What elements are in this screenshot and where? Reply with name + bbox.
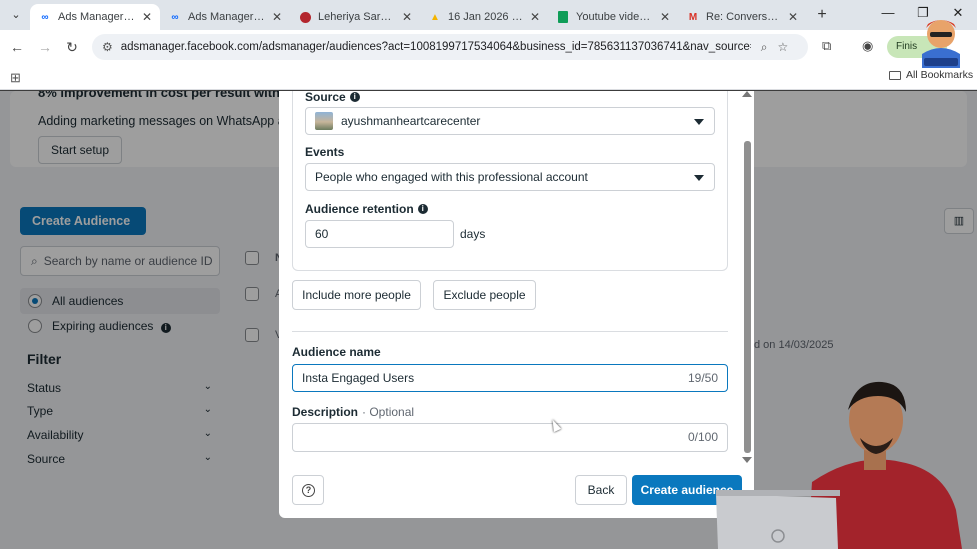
apps-grid-icon[interactable]: ⊞ <box>10 70 21 86</box>
zoom-icon[interactable]: ⌕ <box>761 40 768 55</box>
profile-extension-icon[interactable]: ◉ <box>862 38 873 54</box>
close-icon[interactable]: ✕ <box>142 10 152 24</box>
close-icon[interactable]: ✕ <box>402 10 412 24</box>
include-more-people-button[interactable]: Include more people <box>292 280 421 310</box>
events-select[interactable]: People who engaged with this professiona… <box>305 163 715 191</box>
audience-name-input[interactable]: Insta Engaged Users 19/50 <box>292 364 728 392</box>
tab-google-drive[interactable]: ▲ 16 Jan 2026 - Goo ✕ <box>420 4 548 30</box>
site-settings-icon[interactable]: ⚙ <box>102 40 113 54</box>
meta-icon: ∞ <box>41 11 49 23</box>
url-text[interactable]: adsmanager.facebook.com/adsmanager/audie… <box>121 41 751 53</box>
retention-days-input[interactable]: 60 <box>305 220 454 248</box>
forward-arrow-icon[interactable]: → <box>36 38 54 56</box>
channel-mascot-logo <box>922 20 960 68</box>
exclude-people-button[interactable]: Exclude people <box>433 280 536 310</box>
address-bar-row: ← → ↻ ⚙ adsmanager.facebook.com/adsmanag… <box>0 30 977 64</box>
close-icon[interactable]: ✕ <box>272 10 282 24</box>
folder-icon <box>889 70 901 80</box>
tab-ads-manager-audiences[interactable]: ∞ Ads Manager - Au ✕ <box>30 4 160 30</box>
close-icon[interactable]: ✕ <box>530 10 540 24</box>
extensions-icon[interactable]: ⧉ <box>822 38 831 54</box>
new-tab-button[interactable]: + <box>812 5 832 25</box>
minimize-icon[interactable]: — <box>878 5 898 20</box>
retention-label: Audience retention i <box>305 202 428 216</box>
scroll-up-arrow-icon[interactable] <box>742 91 752 97</box>
description-label: Description · Optional <box>292 405 415 419</box>
events-label: Events <box>305 145 345 159</box>
tab-search-icon[interactable]: ⌄ <box>6 6 26 24</box>
description-input[interactable]: 0/100 <box>292 423 728 452</box>
omnibox[interactable]: ⚙ adsmanager.facebook.com/adsmanager/aud… <box>92 34 808 60</box>
sheets-icon <box>556 10 570 24</box>
bookmark-star-icon[interactable]: ☆ <box>778 40 789 54</box>
help-button[interactable]: ? <box>292 475 324 505</box>
divider <box>292 331 728 332</box>
red-circle-icon <box>298 10 312 24</box>
page-thumbnail <box>315 111 333 130</box>
dialog-scroll-content: Source i ayushmanheartcarecenter Events P… <box>279 91 741 461</box>
close-icon[interactable]: ✕ <box>788 10 798 24</box>
question-icon: ? <box>302 484 315 497</box>
all-bookmarks[interactable]: All Bookmarks <box>889 69 973 81</box>
caret-down-icon <box>694 175 704 181</box>
reload-icon[interactable]: ↻ <box>63 38 81 56</box>
source-label: Source i <box>305 91 360 104</box>
description-char-count: 0/100 <box>687 430 718 444</box>
close-icon[interactable]: ✕ <box>660 10 670 24</box>
tab-youtube-sheet[interactable]: Youtube videos co ✕ <box>548 4 678 30</box>
create-custom-audience-dialog: Source i ayushmanheartcarecenter Events P… <box>279 91 754 518</box>
retention-unit: days <box>460 227 486 241</box>
back-button[interactable]: Back <box>575 475 627 505</box>
info-icon: i <box>349 92 360 102</box>
presenter-webcam-overlay <box>716 381 962 549</box>
caret-down-icon <box>694 119 704 125</box>
tab-leheriya-saree[interactable]: Leheriya Saree - II ✕ <box>290 4 420 30</box>
tab-ads-manager-2[interactable]: ∞ Ads Manager - Ma ✕ <box>160 4 290 30</box>
drive-icon: ▲ <box>430 11 440 23</box>
name-char-count: 19/50 <box>687 371 718 385</box>
info-icon: i <box>417 204 428 214</box>
gmail-icon: M <box>688 11 698 23</box>
browser-tab-bar: ⌄ ∞ Ads Manager - Au ✕ ∞ Ads Manager - M… <box>0 0 977 30</box>
bookmarks-bar: ⊞ All Bookmarks <box>0 64 977 90</box>
back-arrow-icon[interactable]: ← <box>8 38 26 56</box>
audience-name-label: Audience name <box>292 345 381 359</box>
source-select[interactable]: ayushmanheartcarecenter <box>305 107 715 135</box>
meta-icon: ∞ <box>171 11 179 23</box>
tab-gmail[interactable]: M Re: Conversation w ✕ <box>678 4 806 30</box>
